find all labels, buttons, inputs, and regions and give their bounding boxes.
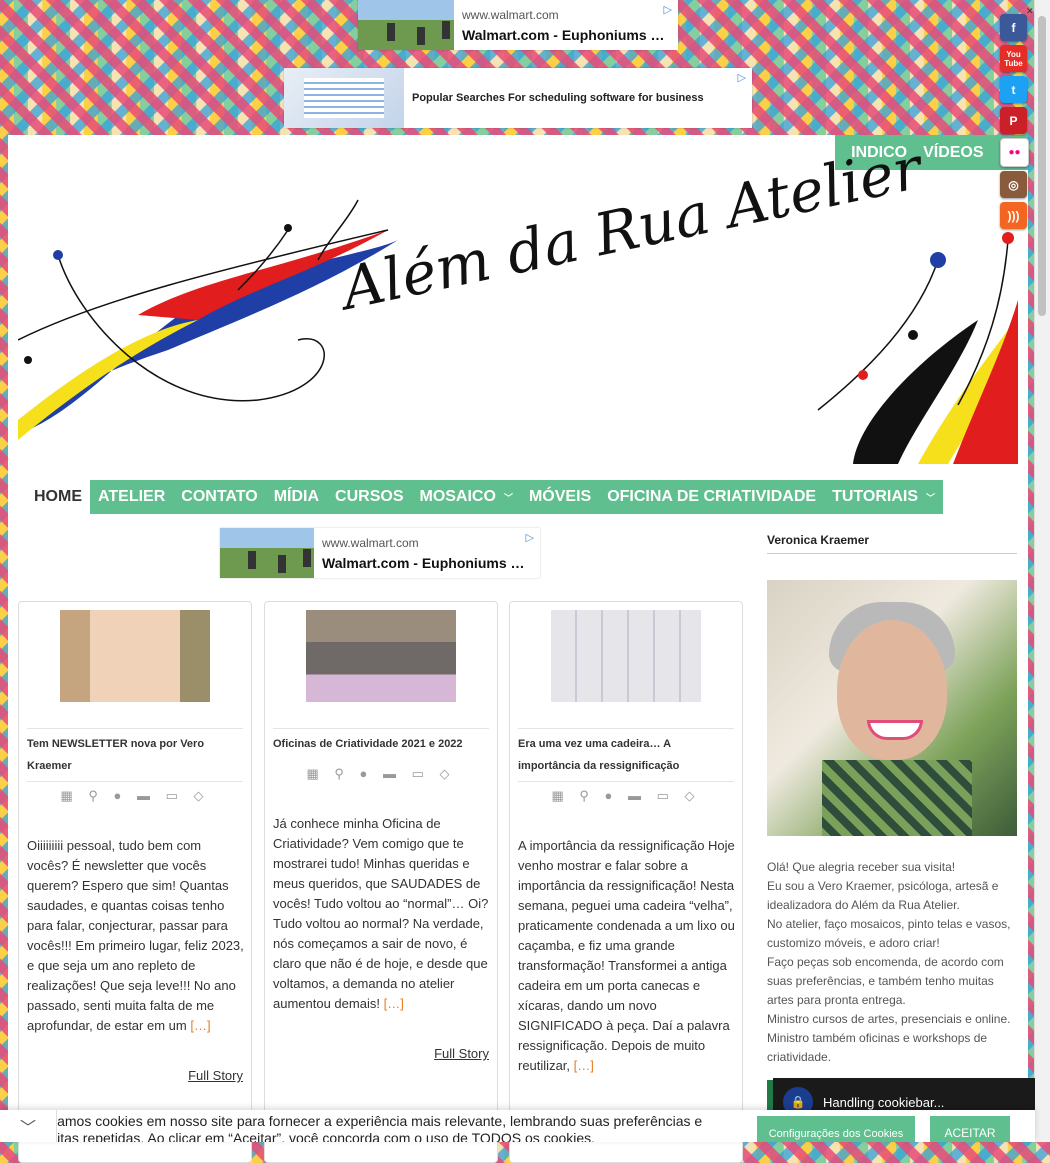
- nav-item-home[interactable]: HOME: [26, 480, 90, 514]
- post-card: Oficinas de Criatividade 2021 e 2022 ▦ ⚲…: [264, 601, 498, 1163]
- ad-banner-top[interactable]: www.walmart.com Walmart.com - Euphoniums…: [358, 0, 678, 50]
- accept-cookies-button[interactable]: ACEITAR: [930, 1116, 1010, 1142]
- cookie-bar: Usamos cookies em nosso site para fornec…: [0, 1110, 1035, 1142]
- full-story-link[interactable]: Full Story: [188, 1068, 243, 1083]
- post-title[interactable]: Oficinas de Criatividade 2021 e 2022: [273, 728, 489, 759]
- sidebar-heading: Veronica Kraemer: [767, 533, 1017, 554]
- ad-thumbnail: [220, 528, 314, 578]
- ad-thumbnail: [284, 68, 404, 128]
- adchoices-icon[interactable]: ▷: [526, 531, 534, 544]
- sidebar: Veronica Kraemer Olá! Que alegria recebe…: [767, 533, 1017, 1067]
- full-story-link[interactable]: Full Story: [434, 1046, 489, 1061]
- nav-item-mídia[interactable]: MÍDIA: [265, 480, 328, 514]
- topnav-videos[interactable]: VÍDEOS: [923, 144, 983, 162]
- post-excerpt: Oiiiiiiiii pessoal, tudo bem com vocês? …: [27, 838, 244, 1033]
- post-excerpt: A importância da ressignificação Hoje ve…: [518, 838, 735, 1073]
- ad-title[interactable]: Popular Searches For scheduling software…: [404, 92, 704, 104]
- post-card: Tem NEWSLETTER nova por Vero Kraemer ▦ ⚲…: [18, 601, 252, 1163]
- post-excerpt: Já conhece minha Oficina de Criatividade…: [273, 816, 489, 1011]
- author-bio: Olá! Que alegria receber sua visita! Eu …: [767, 860, 1011, 1064]
- scrollbar-thumb[interactable]: [1038, 16, 1046, 316]
- read-more-link[interactable]: […]: [190, 1018, 210, 1033]
- ad-url: www.walmart.com: [462, 7, 559, 22]
- twitter-icon[interactable]: t: [1000, 76, 1027, 103]
- post-thumbnail[interactable]: [306, 610, 456, 702]
- post-meta-icons: ▦ ⚲ ● ▬ ▭ ◇: [551, 788, 701, 803]
- post-card: Era uma vez uma cadeira… A importância d…: [509, 601, 743, 1163]
- adchoices-icon[interactable]: ▷: [738, 71, 746, 84]
- ad-title[interactable]: Walmart.com - Euphoniums …: [322, 555, 527, 571]
- cookie-text: Usamos cookies em nosso site para fornec…: [40, 1113, 703, 1142]
- post-thumbnail[interactable]: [551, 610, 701, 702]
- facebook-icon[interactable]: f: [1000, 14, 1027, 41]
- flickr-icon[interactable]: ●●: [1000, 138, 1029, 167]
- page-scrollbar[interactable]: [1034, 0, 1050, 1142]
- read-more-link[interactable]: […]: [384, 996, 404, 1011]
- chevron-down-icon: ﹀: [503, 492, 513, 503]
- adchoices-icon[interactable]: ▷: [664, 3, 672, 16]
- nav-item-atelier[interactable]: ATELIER: [90, 480, 174, 514]
- nav-item-móveis[interactable]: MÓVEIS: [520, 480, 600, 514]
- post-title[interactable]: Era uma vez uma cadeira… A importância d…: [518, 728, 734, 782]
- ad-url: www.walmart.com: [322, 535, 419, 550]
- post-meta-icons: ▦ ⚲ ● ▬ ▭ ◇: [60, 788, 210, 803]
- nav-item-tutoriais[interactable]: TUTORIAIS ﹀: [824, 480, 944, 514]
- ad-thumbnail: [358, 0, 454, 50]
- chevron-down-icon: ﹀: [926, 492, 936, 503]
- post-title[interactable]: Tem NEWSLETTER nova por Vero Kraemer: [27, 728, 243, 782]
- read-more-link[interactable]: […]: [574, 1058, 594, 1073]
- ad-title[interactable]: Walmart.com - Euphoniums …: [462, 27, 667, 43]
- nav-item-mosaico[interactable]: MOSAICO ﹀: [411, 480, 521, 514]
- handling-text: Handling cookiebar...: [823, 1094, 945, 1110]
- main-navigation: HOME ATELIER CONTATO MÍDIA CURSOS MOSAICO ﹀ MÓV…: [26, 480, 944, 514]
- close-icon[interactable]: ✕: [1026, 6, 1034, 17]
- post-thumbnail[interactable]: [60, 610, 210, 702]
- post-meta-icons: ▦ ⚲ ● ▬ ▭ ◇: [306, 766, 456, 781]
- nav-item-contato[interactable]: CONTATO: [173, 480, 266, 514]
- nav-item-oficina-de-criatividade[interactable]: OFICINA DE CRIATIVIDADE: [599, 480, 825, 514]
- author-photo: [767, 580, 1017, 836]
- ad-banner-mid[interactable]: www.walmart.com Walmart.com - Euphoniums…: [220, 528, 540, 578]
- ad-banner-second[interactable]: Popular Searches For scheduling software…: [284, 68, 752, 128]
- cookie-settings-button[interactable]: Configurações dos Cookies: [757, 1116, 915, 1142]
- pinterest-icon[interactable]: P: [1000, 107, 1027, 134]
- nav-item-cursos[interactable]: CURSOS: [327, 480, 412, 514]
- youtube-icon[interactable]: You Tube: [1000, 45, 1027, 72]
- chevron-down-icon[interactable]: ﹀: [0, 1110, 57, 1142]
